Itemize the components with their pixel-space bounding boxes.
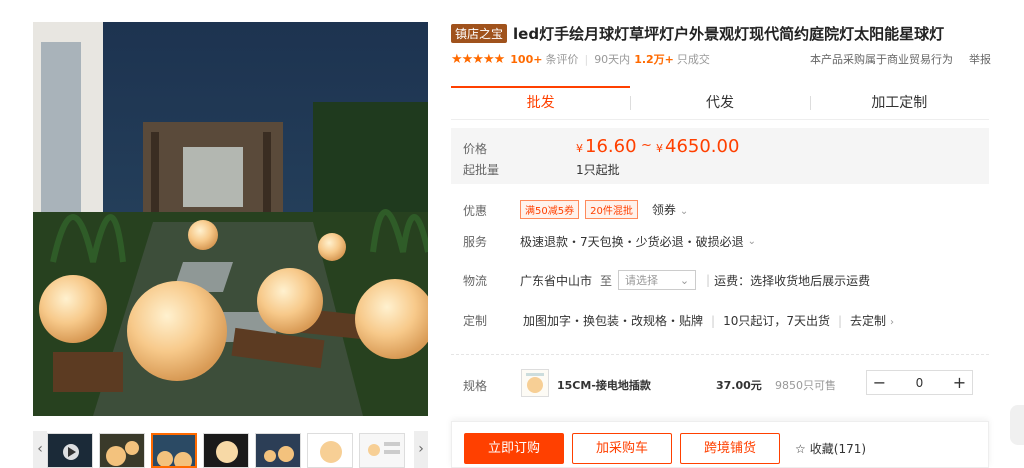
- thumbnail-5[interactable]: [255, 433, 301, 468]
- thumb-prev-icon[interactable]: ‹: [33, 431, 47, 468]
- custom-options: 加图加字・换包装・改规格・贴牌: [523, 314, 704, 328]
- procurement-note: 本产品采购属于商业贸易行为: [810, 53, 953, 66]
- moq-value: 1只起批: [576, 163, 620, 177]
- thumbnail-3-active[interactable]: [151, 433, 197, 468]
- moq-label: 起批量: [463, 163, 500, 177]
- buy-now-button[interactable]: 立即订购: [464, 433, 564, 464]
- star-outline-icon: ☆: [795, 441, 806, 456]
- chevron-right-icon: ›: [890, 317, 895, 328]
- review-count[interactable]: 100+: [510, 53, 542, 66]
- store-badge: 镇店之宝: [451, 23, 508, 43]
- report-link[interactable]: 举报: [969, 51, 991, 67]
- divider: |: [837, 313, 843, 328]
- minus-button[interactable]: −: [867, 373, 892, 392]
- add-to-cart-button[interactable]: 加采购车: [572, 433, 672, 464]
- action-bar: 立即订购 加采购车 跨境铺货 ☆ 收藏(171): [451, 421, 989, 468]
- price-label: 价格: [463, 142, 488, 156]
- divider: |: [584, 52, 589, 66]
- freight-text: 运费：选择收货地后展示运费: [714, 273, 871, 288]
- purchase-mode-tabs: 批发 代发 加工定制: [451, 86, 989, 120]
- chevron-down-icon: ⌄: [747, 236, 757, 247]
- discount-label: 优惠: [463, 204, 488, 218]
- custom-label: 定制: [463, 314, 488, 328]
- favorite-button[interactable]: ☆ 收藏(171): [795, 440, 866, 457]
- custom-terms: 10只起订，7天出货: [723, 314, 830, 328]
- discount-row: 满50减5券 20件混批 领券 ⌄: [520, 200, 688, 219]
- logistics-row: 广东省中山市 至 请选择 ⌄ | 运费：选择收货地后展示运费: [520, 270, 870, 290]
- logistics-label: 物流: [463, 274, 488, 288]
- spec-price: 37.00元: [716, 379, 762, 392]
- destination-select[interactable]: 请选择 ⌄: [618, 270, 697, 290]
- tab-wholesale[interactable]: 批发: [451, 86, 631, 119]
- quantity-stepper: − 0 +: [866, 370, 973, 395]
- discount-tag[interactable]: 20件混批: [585, 200, 638, 219]
- tab-dropship[interactable]: 代发: [630, 86, 809, 119]
- custom-row: 加图加字・换包装・改规格・贴牌 | 10只起订，7天出货 | 去定制 ›: [523, 312, 894, 329]
- product-title-row: 镇店之宝 led灯手绘月球灯草坪灯户外景观灯现代简约庭院灯太阳能星球灯: [451, 22, 1011, 44]
- get-coupon-link[interactable]: 领券 ⌄: [652, 201, 688, 218]
- discount-tag[interactable]: 满50减5券: [520, 200, 580, 219]
- thumb-next-icon[interactable]: ›: [414, 431, 428, 468]
- floating-side-tab[interactable]: [1010, 405, 1024, 445]
- divider: |: [711, 313, 716, 328]
- rating-row: ★★★★★ 100+ 条评价 | 90天内 1.2万+ 只成交 本产品采购属于商…: [451, 50, 991, 68]
- service-label: 服务: [463, 235, 488, 249]
- cross-border-button[interactable]: 跨境铺货: [680, 433, 780, 464]
- spec-thumbnail[interactable]: [521, 369, 549, 397]
- plus-button[interactable]: +: [947, 373, 972, 392]
- section-divider: [451, 354, 989, 355]
- service-row[interactable]: 极速退款・7天包换・少货必退・破损必退 ⌄: [520, 233, 756, 250]
- thumbnail-video[interactable]: [47, 433, 93, 468]
- spec-name: 15CM-接电地插款: [557, 379, 651, 392]
- chevron-down-icon: ⌄: [679, 206, 689, 217]
- chevron-down-icon: ⌄: [679, 273, 690, 287]
- thumbnail-4[interactable]: [203, 433, 249, 468]
- rating-stars-icon: ★★★★★: [451, 51, 505, 67]
- spec-label: 规格: [463, 379, 488, 393]
- spec-stock: 9850只可售: [775, 379, 836, 392]
- price-box: 价格 ¥16.60 ~ ¥4650.00 起批量 1只起批: [451, 128, 989, 184]
- sales-count: 1.2万+: [634, 53, 674, 66]
- go-customize-link[interactable]: 去定制 ›: [850, 312, 894, 329]
- price-low: ¥16.60: [576, 136, 637, 157]
- thumbnail-2[interactable]: [99, 433, 145, 468]
- to-label: 至: [600, 273, 613, 288]
- product-title: led灯手绘月球灯草坪灯户外景观灯现代简约庭院灯太阳能星球灯: [513, 24, 945, 43]
- sales-period: 90天内: [594, 53, 631, 66]
- spec-row: 规格 15CM-接电地插款 37.00元 9850只可售 − 0 +: [451, 360, 989, 406]
- thumbnail-6[interactable]: [307, 433, 353, 468]
- tab-custom-processing[interactable]: 加工定制: [809, 86, 989, 119]
- origin-location: 广东省中山市: [520, 273, 593, 288]
- product-main-image[interactable]: [33, 22, 428, 416]
- thumbnail-7[interactable]: [359, 433, 405, 468]
- sales-label: 只成交: [676, 53, 710, 66]
- service-value: 极速退款・7天包换・少货必退・破损必退: [520, 235, 744, 249]
- divider: |: [706, 273, 711, 287]
- price-range-tilde: ~: [641, 138, 652, 153]
- review-label[interactable]: 条评价: [545, 51, 578, 67]
- price-high: ¥4650.00: [656, 136, 740, 157]
- quantity-input[interactable]: 0: [892, 376, 947, 390]
- thumbnail-strip: ‹ ›: [33, 431, 428, 468]
